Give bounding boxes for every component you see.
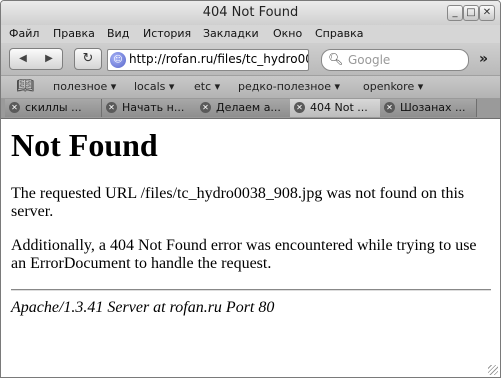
reload-icon: ↻	[82, 51, 94, 66]
tab-label: скиллы ...	[25, 101, 82, 114]
menu-history[interactable]: История	[143, 27, 191, 40]
close-button[interactable]: ✕	[479, 5, 495, 21]
bookmark-folder-openkore[interactable]: openkore ▾	[363, 80, 423, 93]
forward-button[interactable]: ▶	[36, 48, 63, 70]
tab-close-icon[interactable]: ✕	[200, 102, 211, 113]
server-signature: Apache/1.3.41 Server at rofan.ru Port 80	[11, 299, 275, 316]
tab-label: Шозанах ...	[400, 101, 466, 114]
title-bar: 404 Not Found _ □ ✕	[1, 1, 500, 25]
window-title: 404 Not Found	[202, 5, 299, 20]
minimize-button[interactable]: _	[447, 5, 463, 21]
tab-close-icon[interactable]: ✕	[294, 102, 305, 113]
menu-edit[interactable]: Правка	[53, 27, 95, 40]
page-title: Not Found	[11, 127, 158, 163]
tab-close-icon[interactable]: ✕	[9, 102, 20, 113]
bookmark-folder-locals[interactable]: locals ▾	[134, 80, 174, 93]
menu-view[interactable]: Вид	[107, 27, 129, 40]
menu-help[interactable]: Справка	[315, 27, 363, 40]
menu-file[interactable]: Файл	[9, 27, 39, 40]
address-input[interactable]: http://rofan.ru/files/tc_hydro0038_908.j…	[129, 52, 308, 66]
tab-404-not-found[interactable]: ✕ 404 Not ...	[290, 99, 387, 117]
menu-bar: Файл Правка Вид История Закладки Окно Сп…	[1, 25, 500, 43]
bookmark-folder-poleznoe[interactable]: полезное ▾	[53, 80, 116, 93]
page-content: Not Found The requested URL /files/tc_hy…	[1, 119, 500, 377]
browser-window: 404 Not Found _ □ ✕ Файл Правка Вид Исто…	[0, 0, 501, 378]
toolbar-overflow-button[interactable]: »	[479, 51, 488, 67]
menu-window[interactable]: Окно	[273, 27, 302, 40]
resize-grip-icon[interactable]	[488, 365, 498, 375]
tab-skilly[interactable]: ✕ скиллы ...	[5, 99, 102, 117]
bookmark-folder-etc[interactable]: etc ▾	[194, 80, 220, 93]
site-favicon-icon: ☺	[110, 52, 126, 68]
reload-button[interactable]: ↻	[74, 48, 102, 70]
tab-close-icon[interactable]: ✕	[106, 102, 117, 113]
back-button[interactable]: ◀	[9, 48, 37, 70]
search-bar[interactable]: 🔍︎ Google	[321, 49, 469, 71]
tab-label: 404 Not ...	[310, 101, 368, 114]
tab-delaem[interactable]: ✕ Делаем а...	[196, 99, 293, 117]
tab-shozanah[interactable]: ✕ Шозанах ...	[380, 99, 477, 117]
bookmarks-toolbar: 📖︎ полезное ▾ locals ▾ etc ▾ редко-полез…	[1, 75, 500, 98]
forward-arrow-icon: ▶	[45, 53, 53, 64]
address-bar[interactable]: ☺ http://rofan.ru/files/tc_hydro0038_908…	[107, 49, 309, 71]
search-input[interactable]: Google	[348, 53, 390, 67]
search-icon: 🔍︎	[328, 52, 344, 66]
tab-bar: ✕ скиллы ... ✕ Начать н... ✕ Делаем а...…	[1, 98, 500, 119]
tab-label: Начать н...	[122, 101, 185, 114]
bookmarks-book-icon[interactable]: 📖︎	[16, 78, 34, 94]
back-arrow-icon: ◀	[19, 53, 27, 64]
menu-bookmarks[interactable]: Закладки	[203, 27, 259, 40]
tab-label: Делаем а...	[216, 101, 281, 114]
additional-error-message: Additionally, a 404 Not Found error was …	[11, 237, 477, 272]
bookmark-folder-redko-poleznoe[interactable]: редко-полезное ▾	[238, 80, 340, 93]
tab-close-icon[interactable]: ✕	[384, 102, 395, 113]
error-message: The requested URL /files/tc_hydro0038_90…	[11, 185, 465, 220]
horizontal-rule	[11, 289, 491, 291]
maximize-button[interactable]: □	[463, 5, 479, 21]
tab-nachat[interactable]: ✕ Начать н...	[102, 99, 199, 117]
navigation-toolbar: ◀ ▶ ↻ ☺ http://rofan.ru/files/tc_hydro00…	[1, 43, 500, 75]
